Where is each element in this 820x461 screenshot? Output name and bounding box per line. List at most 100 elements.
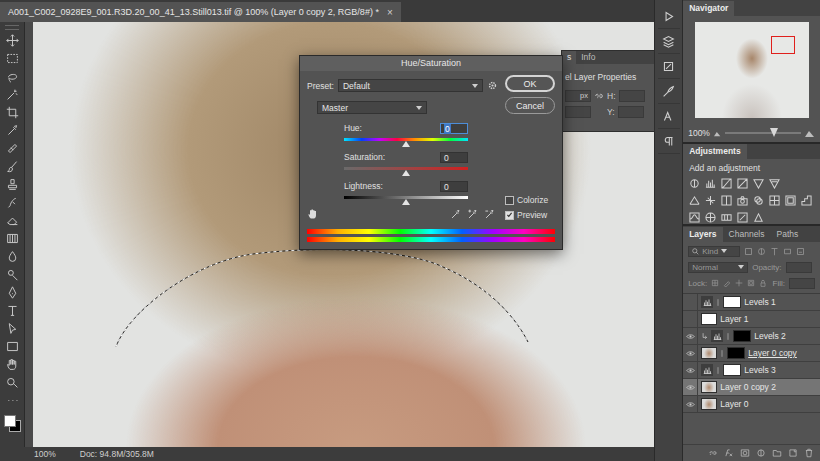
panel-tab[interactable]: Navigator — [683, 1, 734, 16]
checkbox-option[interactable]: Colorize — [505, 195, 555, 205]
adjustment-button[interactable] — [688, 177, 701, 190]
value-field[interactable]: 0 — [440, 123, 468, 134]
adjustment-button[interactable] — [720, 211, 733, 224]
layer-row[interactable]: Levels 2 — [683, 328, 820, 345]
new-group-icon[interactable] — [772, 448, 782, 458]
document-info[interactable]: Doc: 94.8M/305.8M — [80, 449, 154, 459]
layer-mask[interactable] — [727, 347, 745, 359]
lock-artboard-icon[interactable] — [747, 279, 755, 287]
lock-move-icon[interactable] — [735, 279, 743, 287]
panel-tab[interactable]: Paths — [771, 227, 805, 242]
layer-name[interactable]: Layer 0 copy 2 — [720, 382, 776, 392]
link-icon[interactable] — [594, 91, 604, 101]
dock-button[interactable] — [658, 104, 680, 129]
value-field[interactable]: 0 — [440, 152, 468, 163]
layer-mask[interactable] — [723, 296, 741, 308]
panel-tab[interactable]: Info — [576, 51, 600, 64]
tool-button[interactable] — [2, 140, 22, 156]
adjustment-button[interactable] — [768, 177, 781, 190]
layer-name[interactable]: Layer 0 copy — [748, 348, 797, 358]
add-eyedropper-icon[interactable] — [467, 209, 478, 220]
filter-type-icon[interactable] — [770, 247, 779, 256]
layer-row[interactable]: Layer 1 — [683, 311, 820, 328]
tool-button[interactable] — [2, 356, 22, 372]
filter-smart-icon[interactable] — [796, 247, 805, 256]
zoom-field[interactable]: 100% — [688, 128, 710, 138]
zoom-thumb[interactable] — [770, 128, 778, 137]
tool-button[interactable] — [2, 266, 22, 282]
lock-all-icon[interactable] — [759, 279, 767, 287]
chain-icon[interactable] — [726, 332, 730, 341]
slider-track[interactable] — [344, 167, 468, 170]
adjustment-button[interactable] — [800, 194, 813, 207]
chain-icon[interactable] — [720, 349, 724, 358]
adjustment-button[interactable] — [752, 194, 765, 207]
lock-paint-icon[interactable] — [723, 279, 731, 287]
adjustment-button[interactable] — [720, 177, 733, 190]
dock-button[interactable] — [658, 79, 680, 104]
layer-row[interactable]: Layer 0 copy — [683, 345, 820, 362]
tool-button[interactable] — [2, 68, 22, 84]
document-tab[interactable]: A001_C002_0928E9_001.R3D.20_00_41_13.Sti… — [0, 2, 401, 22]
layer-name[interactable]: Levels 3 — [744, 365, 776, 375]
tool-button[interactable] — [2, 158, 22, 174]
tool-button[interactable] — [2, 50, 22, 66]
layer-row[interactable]: Layer 0 copy 2 — [683, 379, 820, 396]
subtract-eyedropper-icon[interactable] — [484, 209, 495, 220]
layer-mask[interactable] — [723, 364, 741, 376]
layer-name[interactable]: Levels 2 — [754, 331, 786, 341]
foreground-color[interactable] — [4, 415, 16, 427]
adjustment-thumbnail[interactable] — [711, 330, 723, 342]
filter-adjustment-icon[interactable] — [757, 247, 766, 256]
filter-select[interactable]: Kind — [688, 246, 740, 257]
panel-tab[interactable]: Layers — [683, 227, 722, 242]
new-adjustment-icon[interactable] — [756, 448, 766, 458]
slider-track[interactable] — [344, 138, 468, 141]
dock-button[interactable] — [658, 54, 680, 79]
link-layers-icon[interactable] — [708, 448, 718, 458]
add-mask-icon[interactable] — [740, 448, 750, 458]
visibility-toggle[interactable] — [683, 396, 698, 412]
dialog-button[interactable]: Cancel — [505, 97, 555, 114]
delete-layer-icon[interactable] — [804, 448, 814, 458]
adjustment-button[interactable] — [736, 177, 749, 190]
opacity-field[interactable] — [786, 262, 812, 273]
layer-row[interactable]: Layer 0 — [683, 396, 820, 413]
tool-button[interactable] — [2, 284, 22, 300]
tool-button[interactable] — [2, 392, 22, 408]
zoom-in-icon[interactable] — [805, 128, 815, 138]
layer-style-icon[interactable] — [724, 448, 734, 458]
visibility-toggle[interactable] — [683, 294, 698, 310]
adjustment-button[interactable] — [720, 194, 733, 207]
tool-button[interactable] — [2, 374, 22, 390]
close-tab-button[interactable]: × — [387, 7, 393, 18]
view-box[interactable] — [771, 36, 795, 54]
adjustment-button[interactable] — [736, 211, 749, 224]
layer-name[interactable]: Levels 1 — [744, 297, 776, 307]
panel-tab[interactable]: s — [562, 51, 576, 64]
tool-button[interactable] — [2, 104, 22, 120]
tool-button[interactable] — [2, 320, 22, 336]
navigator-preview[interactable] — [695, 22, 809, 118]
gear-icon[interactable] — [487, 80, 498, 91]
dialog-title[interactable]: Hue/Saturation — [300, 56, 562, 71]
fill-field[interactable] — [789, 278, 815, 289]
y-field[interactable] — [618, 106, 644, 118]
panel-tab[interactable]: Channels — [723, 227, 771, 242]
toolbar-grip[interactable] — [5, 25, 19, 30]
panel-tab[interactable]: Adjustments — [683, 144, 746, 159]
visibility-toggle[interactable] — [683, 311, 698, 327]
dock-button[interactable] — [658, 129, 680, 154]
layer-mask[interactable] — [733, 330, 751, 342]
adjustment-button[interactable] — [704, 211, 717, 224]
tool-button[interactable] — [2, 302, 22, 318]
channel-select[interactable]: Master — [317, 101, 427, 114]
adjustment-thumbnail[interactable] — [701, 296, 713, 308]
visibility-toggle[interactable] — [683, 328, 698, 344]
adjustment-thumbnail[interactable] — [701, 364, 713, 376]
lock-pixels-icon[interactable] — [711, 279, 719, 287]
slider-thumb[interactable] — [402, 141, 410, 147]
color-swatches[interactable] — [3, 414, 21, 432]
tool-button[interactable] — [2, 32, 22, 48]
preset-select[interactable]: Default — [338, 79, 483, 92]
